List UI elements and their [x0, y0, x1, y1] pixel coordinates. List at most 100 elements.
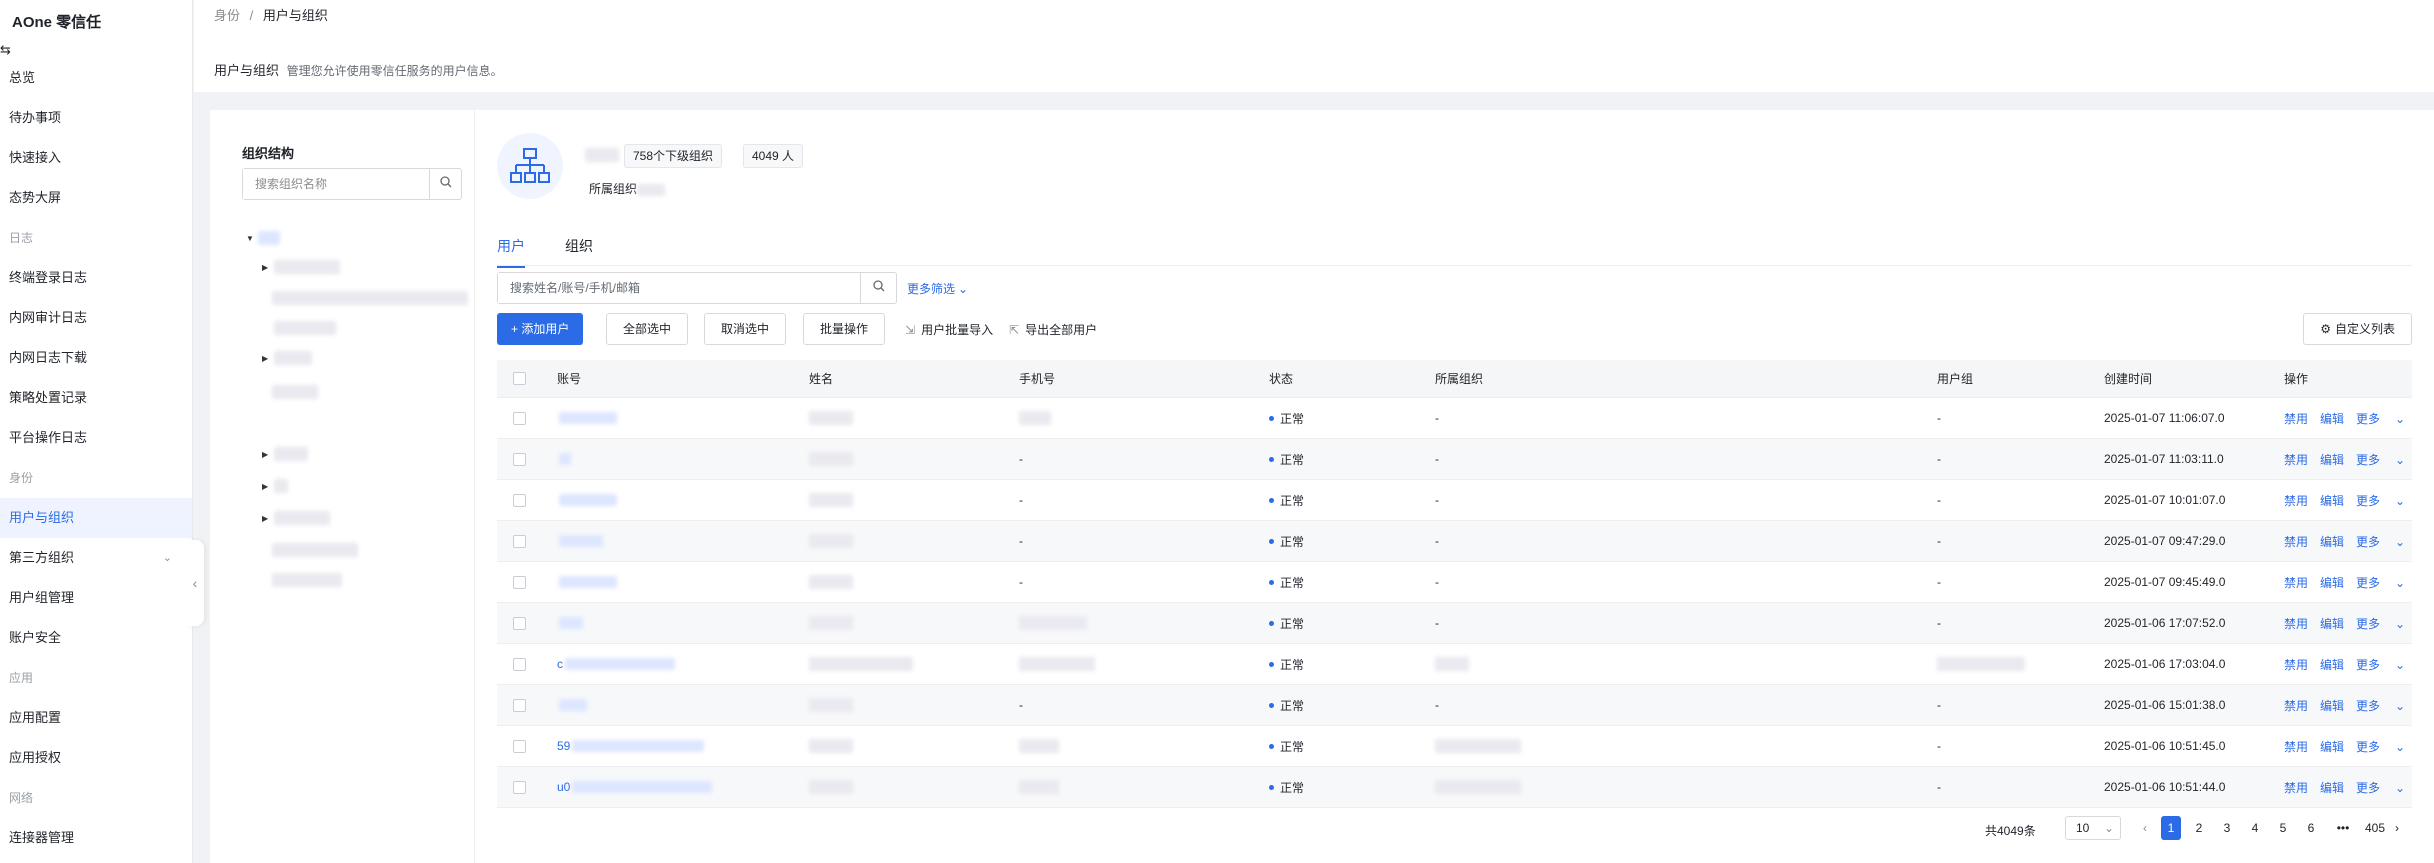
sidebar-item[interactable]: 总览	[0, 58, 192, 98]
edit-button[interactable]: 编辑	[2320, 779, 2344, 796]
tree-node[interactable]	[272, 570, 342, 590]
collapse-sidebar-button[interactable]: ‹	[186, 540, 204, 626]
page-ellipsis[interactable]: •••	[2329, 816, 2357, 840]
row-checkbox[interactable]	[513, 767, 526, 807]
account-link[interactable]	[557, 521, 603, 561]
account-link[interactable]	[557, 685, 587, 725]
page-number[interactable]: 5	[2273, 816, 2293, 840]
tree-node[interactable]: ▶	[262, 444, 308, 464]
more-button[interactable]: 更多 ⌄	[2356, 738, 2417, 755]
sidebar-item[interactable]: 用户与组织	[0, 498, 192, 538]
account-link[interactable]: u0	[557, 767, 713, 807]
tree-node[interactable]	[272, 382, 318, 402]
deselect-button[interactable]: 取消选中	[704, 313, 787, 345]
row-checkbox[interactable]	[513, 726, 526, 766]
page-number[interactable]: 2	[2189, 816, 2209, 840]
edit-button[interactable]: 编辑	[2320, 697, 2344, 714]
account-link[interactable]: 59	[557, 726, 705, 766]
row-checkbox[interactable]	[513, 439, 526, 479]
org-search-input[interactable]	[243, 169, 431, 199]
select-all-button[interactable]: 全部选中	[606, 313, 689, 345]
tree-node[interactable]: ▶	[262, 348, 312, 368]
tree-node[interactable]: ▶	[262, 476, 288, 496]
batch-ops-button[interactable]: 批量操作	[803, 313, 886, 345]
more-button[interactable]: 更多 ⌄	[2356, 410, 2417, 427]
disable-button[interactable]: 禁用	[2284, 533, 2308, 550]
account-link[interactable]	[557, 480, 617, 520]
caret-right-icon[interactable]: ▶	[262, 450, 274, 459]
row-checkbox[interactable]	[513, 521, 526, 561]
disable-button[interactable]: 禁用	[2284, 656, 2308, 673]
disable-button[interactable]: 禁用	[2284, 738, 2308, 755]
sidebar-item[interactable]: 策略处置记录	[0, 378, 192, 418]
tab-users[interactable]: 用户	[497, 236, 525, 268]
user-search-input[interactable]	[498, 273, 858, 303]
edit-button[interactable]: 编辑	[2320, 492, 2344, 509]
tree-node[interactable]	[272, 540, 358, 560]
select-all-checkbox[interactable]	[513, 360, 526, 397]
caret-down-icon[interactable]: ▼	[246, 234, 258, 243]
tree-node[interactable]	[272, 288, 468, 308]
tree-node[interactable]: ▶	[262, 508, 330, 528]
custom-columns-button[interactable]: ⚙ 自定义列表	[2303, 313, 2412, 345]
page-number[interactable]: 6	[2301, 816, 2321, 840]
account-link[interactable]	[557, 439, 571, 479]
row-checkbox[interactable]	[513, 603, 526, 643]
row-checkbox[interactable]	[513, 398, 526, 438]
disable-button[interactable]: 禁用	[2284, 615, 2308, 632]
edit-button[interactable]: 编辑	[2320, 451, 2344, 468]
edit-button[interactable]: 编辑	[2320, 533, 2344, 550]
caret-right-icon[interactable]: ▶	[262, 263, 274, 272]
sidebar-item[interactable]: 用户组管理	[0, 578, 192, 618]
sidebar-item[interactable]: 应用配置	[0, 698, 192, 738]
tree-node[interactable]	[274, 318, 336, 338]
sidebar-item[interactable]: 应用授权	[0, 738, 192, 778]
more-button[interactable]: 更多 ⌄	[2356, 779, 2417, 796]
sidebar-item[interactable]: 第三方组织 ⌄	[0, 538, 192, 578]
swap-icon[interactable]: ⇆	[0, 42, 192, 58]
more-button[interactable]: 更多 ⌄	[2356, 533, 2417, 550]
row-checkbox[interactable]	[513, 480, 526, 520]
sidebar-item[interactable]: 内网审计日志	[0, 298, 192, 338]
sidebar-item[interactable]: 平台操作日志	[0, 418, 192, 458]
sidebar-item[interactable]: 态势大屏	[0, 178, 192, 218]
sidebar-item[interactable]: 账户安全	[0, 618, 192, 658]
disable-button[interactable]: 禁用	[2284, 492, 2308, 509]
sidebar-item[interactable]: 快速接入	[0, 138, 192, 178]
more-button[interactable]: 更多 ⌄	[2356, 574, 2417, 591]
account-link[interactable]	[557, 562, 617, 602]
more-button[interactable]: 更多 ⌄	[2356, 697, 2417, 714]
page-number[interactable]: 3	[2217, 816, 2237, 840]
edit-button[interactable]: 编辑	[2320, 615, 2344, 632]
tree-node[interactable]: ▶	[262, 257, 340, 277]
import-users-button[interactable]: ⇲ 用户批量导入	[905, 321, 993, 338]
disable-button[interactable]: 禁用	[2284, 779, 2308, 796]
edit-button[interactable]: 编辑	[2320, 410, 2344, 427]
more-button[interactable]: 更多 ⌄	[2356, 492, 2417, 509]
page-size-select[interactable]: 10 ⌄	[2065, 816, 2121, 840]
add-user-button[interactable]: + 添加用户	[497, 313, 584, 345]
caret-right-icon[interactable]: ▶	[262, 482, 274, 491]
next-page-icon[interactable]: ›	[2387, 816, 2407, 840]
disable-button[interactable]: 禁用	[2284, 451, 2308, 468]
more-button[interactable]: 更多 ⌄	[2356, 656, 2417, 673]
search-icon[interactable]	[860, 273, 896, 303]
edit-button[interactable]: 编辑	[2320, 738, 2344, 755]
sidebar-item[interactable]: 内网日志下载	[0, 338, 192, 378]
more-filter-link[interactable]: 更多筛选 ⌄	[907, 280, 968, 297]
caret-right-icon[interactable]: ▶	[262, 514, 274, 523]
sidebar-item[interactable]: 待办事项	[0, 98, 192, 138]
search-icon[interactable]	[429, 169, 461, 199]
edit-button[interactable]: 编辑	[2320, 656, 2344, 673]
page-number[interactable]: 1	[2161, 816, 2181, 840]
disable-button[interactable]: 禁用	[2284, 410, 2308, 427]
account-link[interactable]	[557, 603, 583, 643]
tab-orgs[interactable]: 组织	[565, 236, 593, 266]
more-button[interactable]: 更多 ⌄	[2356, 615, 2417, 632]
sidebar-item[interactable]: 连接器管理	[0, 818, 192, 858]
export-users-button[interactable]: ⇱ 导出全部用户	[1009, 321, 1097, 338]
tree-node[interactable]: ▼	[246, 228, 280, 248]
edit-button[interactable]: 编辑	[2320, 574, 2344, 591]
breadcrumb-parent[interactable]: 身份	[214, 8, 240, 23]
account-link[interactable]: c	[557, 644, 675, 684]
